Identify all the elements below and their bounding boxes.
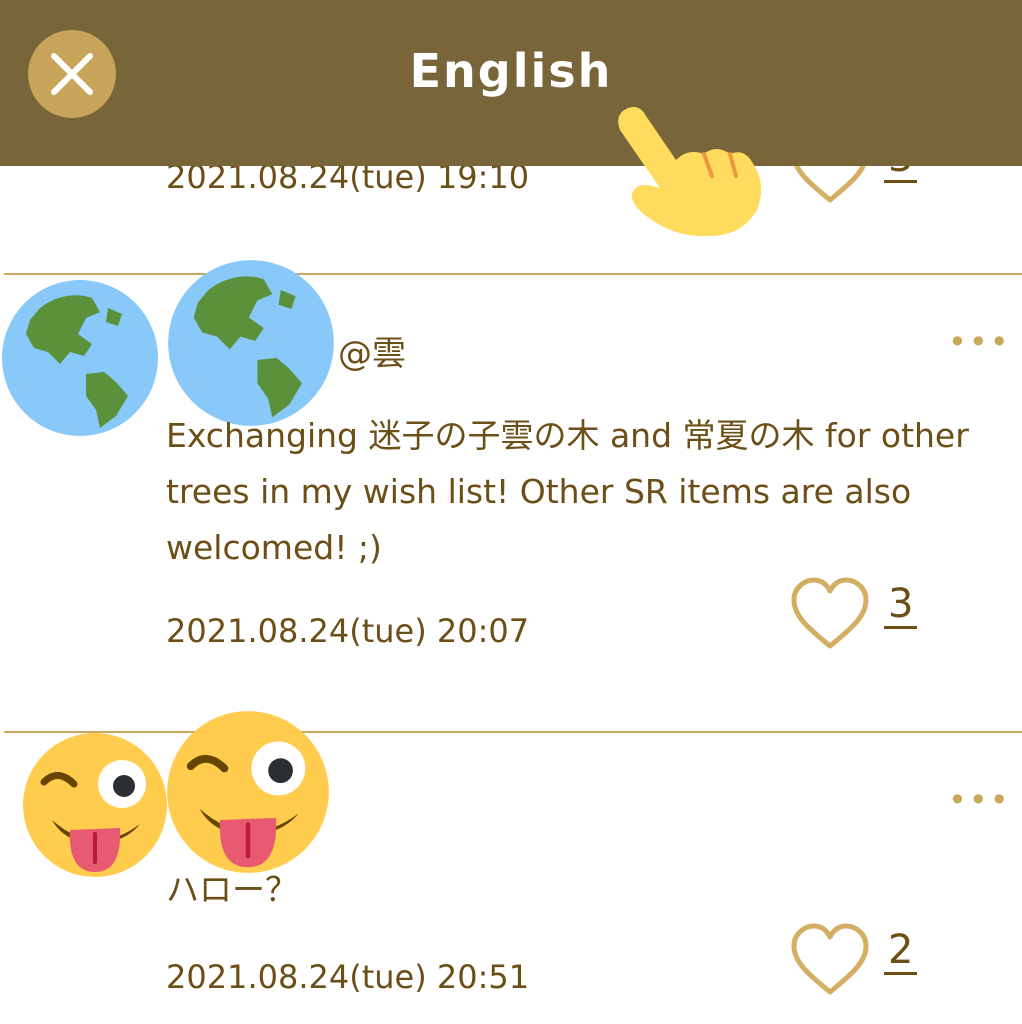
avatar[interactable] <box>166 258 336 432</box>
page-title[interactable]: English <box>0 44 1022 98</box>
heart-outline-icon <box>791 577 869 649</box>
post-timestamp: 2021.08.24(tue) 20:07 <box>166 612 530 650</box>
more-options-button[interactable]: ••• <box>948 326 1011 358</box>
like-count[interactable]: 3 <box>884 582 918 629</box>
winking-face-with-tongue-icon <box>23 733 167 877</box>
like-button[interactable]: 2 <box>788 922 918 1002</box>
avatar[interactable] <box>22 732 168 882</box>
pointing-hand-icon <box>600 96 770 250</box>
post-body: ハロー？ <box>166 870 298 909</box>
post-timestamp: 2021.08.24(tue) 20:51 <box>166 958 530 996</box>
winking-face-with-tongue-icon <box>167 711 329 873</box>
post-divider <box>4 273 1022 275</box>
globe-americas-icon <box>2 280 158 436</box>
globe-americas-icon <box>168 260 334 426</box>
like-count[interactable]: 2 <box>884 928 918 975</box>
heart-outline-icon <box>791 923 869 995</box>
post-body: Exchanging 迷子の子雲の木 and 常夏の木 for other tr… <box>166 416 969 567</box>
header-bar: English <box>0 0 1022 166</box>
avatar[interactable] <box>166 710 330 878</box>
like-button[interactable]: 3 <box>788 576 918 656</box>
avatar[interactable] <box>0 278 160 442</box>
more-options-button[interactable]: ••• <box>948 784 1011 816</box>
post-username[interactable]: @雲 <box>338 326 406 375</box>
